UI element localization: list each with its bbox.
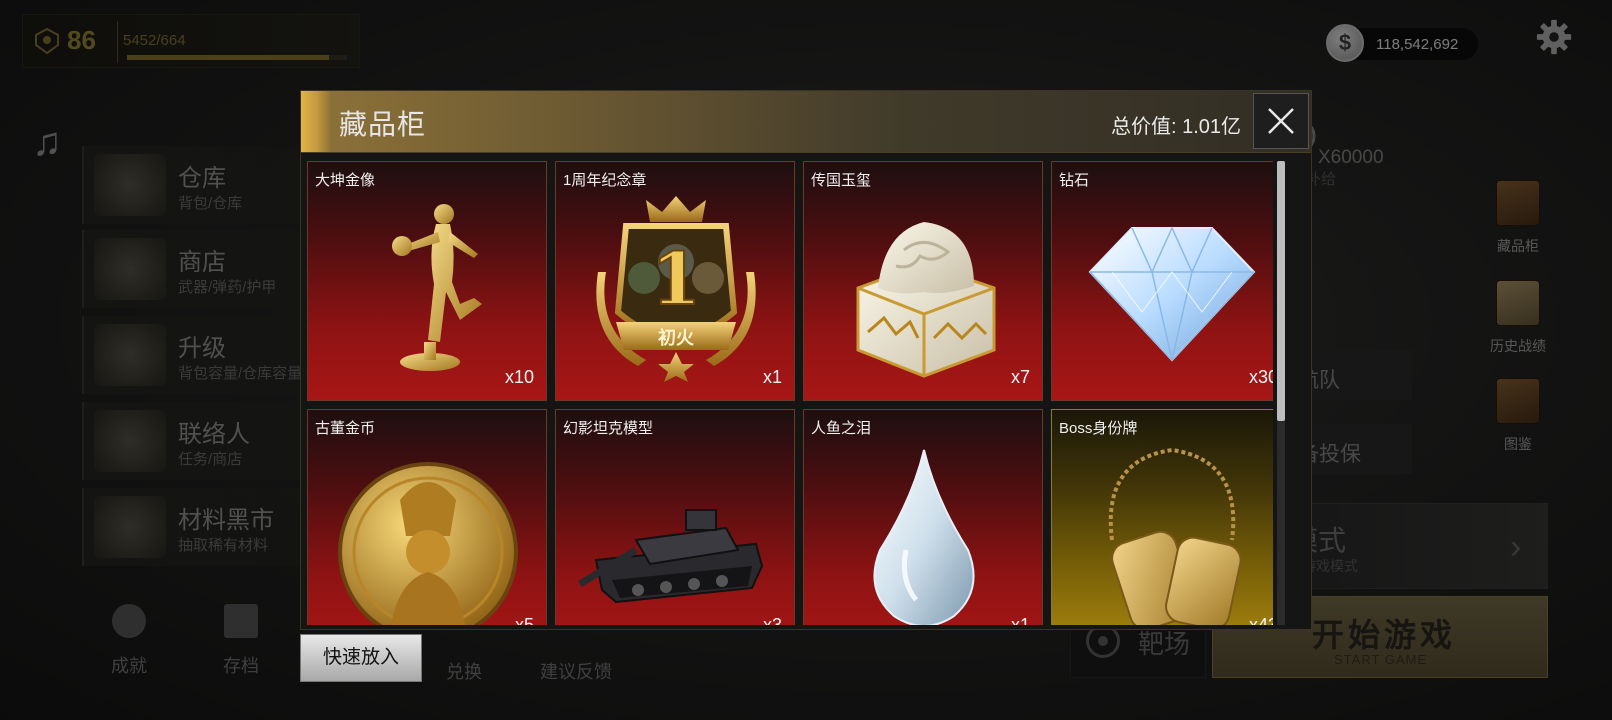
item-card[interactable]: 1周年纪念章 1 初火 x1 [555,161,795,401]
item-name: 传国玉玺 [811,172,872,189]
item-quantity: x5 [514,615,534,625]
item-card[interactable]: 古董金币 x5 [307,409,547,625]
item-card[interactable]: 幻影坦克模型 x3 [555,409,795,625]
item-name: 大坤金像 [315,172,376,189]
item-quantity: x7 [1010,367,1030,387]
modal-header: 藏品柜 总价值: 1.01亿 [301,91,1311,153]
item-card[interactable]: 钻石 x30 [1051,161,1273,401]
item-name: 古董金币 [315,420,376,437]
item-grid-viewport[interactable]: 大坤金像 x10 1周年纪念章 1 初火 x1 传国玉玺 x7 钻石 x3 古董… [307,161,1273,625]
quick-place-button[interactable]: 快速放入 [300,634,422,682]
gold-coin-icon [338,462,518,625]
item-quantity: x30 [1248,367,1273,387]
item-name: 钻石 [1059,172,1090,189]
teardrop-icon [873,449,975,625]
item-quantity: x1 [1010,615,1030,625]
close-button[interactable] [1253,93,1309,149]
medal-text: 初火 [658,327,695,349]
item-quantity: x3 [762,615,782,625]
item-grid: 大坤金像 x10 1周年纪念章 1 初火 x1 传国玉玺 x7 钻石 x3 古董… [307,161,1273,625]
item-name: 幻影坦克模型 [563,420,654,437]
medal-number: 1 [651,236,701,321]
item-card[interactable]: 人鱼之泪 x1 [803,409,1043,625]
scroll-thumb[interactable] [1277,161,1285,421]
modal-title: 藏品柜 [339,109,427,140]
item-name: 人鱼之泪 [811,420,872,437]
item-card[interactable]: Boss身份牌 x43 [1051,409,1273,625]
item-quantity: x10 [504,367,534,387]
tank-model-icon [578,509,764,604]
collection-cabinet-modal: 藏品柜 总价值: 1.01亿 大坤金像 x10 1周年纪念章 1 初火 x1 传… [300,90,1312,630]
anniversary-medal-icon: 1 初火 [596,196,756,382]
total-value: 总价值: 1.01亿 [1110,116,1241,138]
golden-statue-icon [392,204,482,371]
close-icon [1268,108,1294,134]
item-quantity: x43 [1248,615,1273,625]
item-card[interactable]: 传国玉玺 x7 [803,161,1043,401]
diamond-icon [1088,226,1256,362]
dog-tag-icon [1108,447,1242,625]
grid-scrollbar[interactable] [1277,161,1285,625]
item-name: Boss身份牌 [1059,420,1138,437]
jade-seal-icon [856,222,996,378]
item-quantity: x1 [762,367,782,387]
item-name: 1周年纪念章 [563,172,647,189]
item-card[interactable]: 大坤金像 x10 [307,161,547,401]
